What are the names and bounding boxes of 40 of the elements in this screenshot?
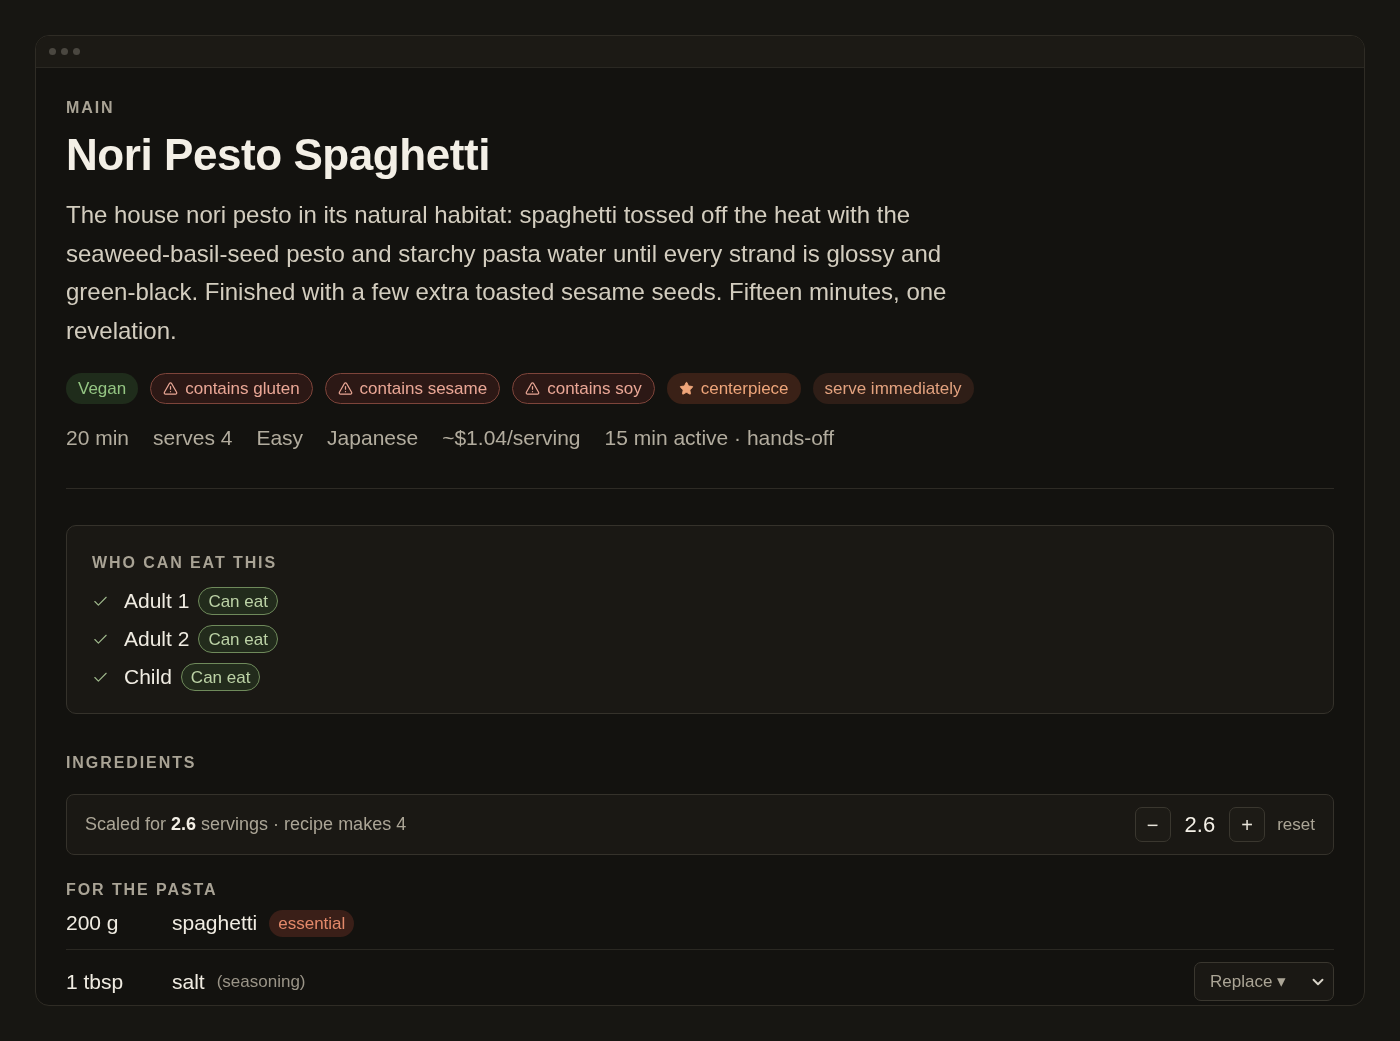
recipe-meta: 15 min active · hands-off <box>604 425 835 451</box>
star-icon <box>678 381 694 396</box>
section-heading: WHO CAN EAT THIS <box>92 553 279 573</box>
recipe-meta: serves 4 <box>153 425 233 451</box>
person-name: Adult 2 <box>124 626 190 652</box>
person-name: Child <box>124 664 172 690</box>
warning-icon <box>163 381 179 396</box>
group-heading: FOR THE PASTA <box>66 880 219 900</box>
eligibility-badge: Can eat <box>198 587 278 615</box>
section-heading: INGREDIENTS <box>66 753 198 773</box>
recipe-meta: Easy <box>256 425 304 451</box>
recipe-tag: serve immediately <box>812 373 974 404</box>
reset-button[interactable]: reset <box>1277 813 1315 836</box>
recipe-meta: 20 min <box>66 425 130 451</box>
ingredient-amount: 1 tbsp <box>66 968 125 995</box>
recipe-title: Nori Pesto Spaghetti <box>66 129 491 181</box>
recipe-tag: contains soy <box>512 373 655 404</box>
recipe-tag: Vegan <box>66 373 139 404</box>
recipe-description: The house nori pesto in its natural habitat: spaghetti tossed off the heat with the seaweed-basil-seed pesto and starchy pasta water until every strand is glossy and green-black. Finished with a few extra toasted sesame seeds. Fifteen minutes, one revelation. <box>66 200 948 346</box>
recipe-meta: ~$1.04/serving <box>442 425 581 451</box>
scale-summary: Scaled for 2.6 servings · recipe makes 4 <box>85 813 407 836</box>
decrease-button[interactable]: − <box>1134 807 1171 842</box>
recipe-tag: contains sesame <box>324 373 501 404</box>
recipe-tag: centerpiece <box>666 373 801 404</box>
recipe-tag: contains gluten <box>150 373 313 404</box>
ingredient-name: salt <box>172 968 205 995</box>
essential-badge: essential <box>269 909 355 937</box>
warning-icon <box>337 381 353 396</box>
eligibility-badge: Can eat <box>198 625 278 653</box>
increase-button[interactable]: + <box>1229 807 1266 842</box>
course-label: MAIN <box>66 98 116 118</box>
replace-select[interactable]: Replace ▾ <box>1194 962 1334 1001</box>
ingredient-amount: 200 g <box>66 910 120 936</box>
ingredient-note: (seasoning) <box>216 970 306 993</box>
warning-icon <box>525 381 541 396</box>
ingredient-name: spaghetti <box>172 910 258 936</box>
recipe-meta: Japanese <box>327 425 419 451</box>
servings-value: 2.6 <box>1184 810 1216 839</box>
eligibility-badge: Can eat <box>180 663 261 691</box>
person-name: Adult 1 <box>124 588 190 614</box>
